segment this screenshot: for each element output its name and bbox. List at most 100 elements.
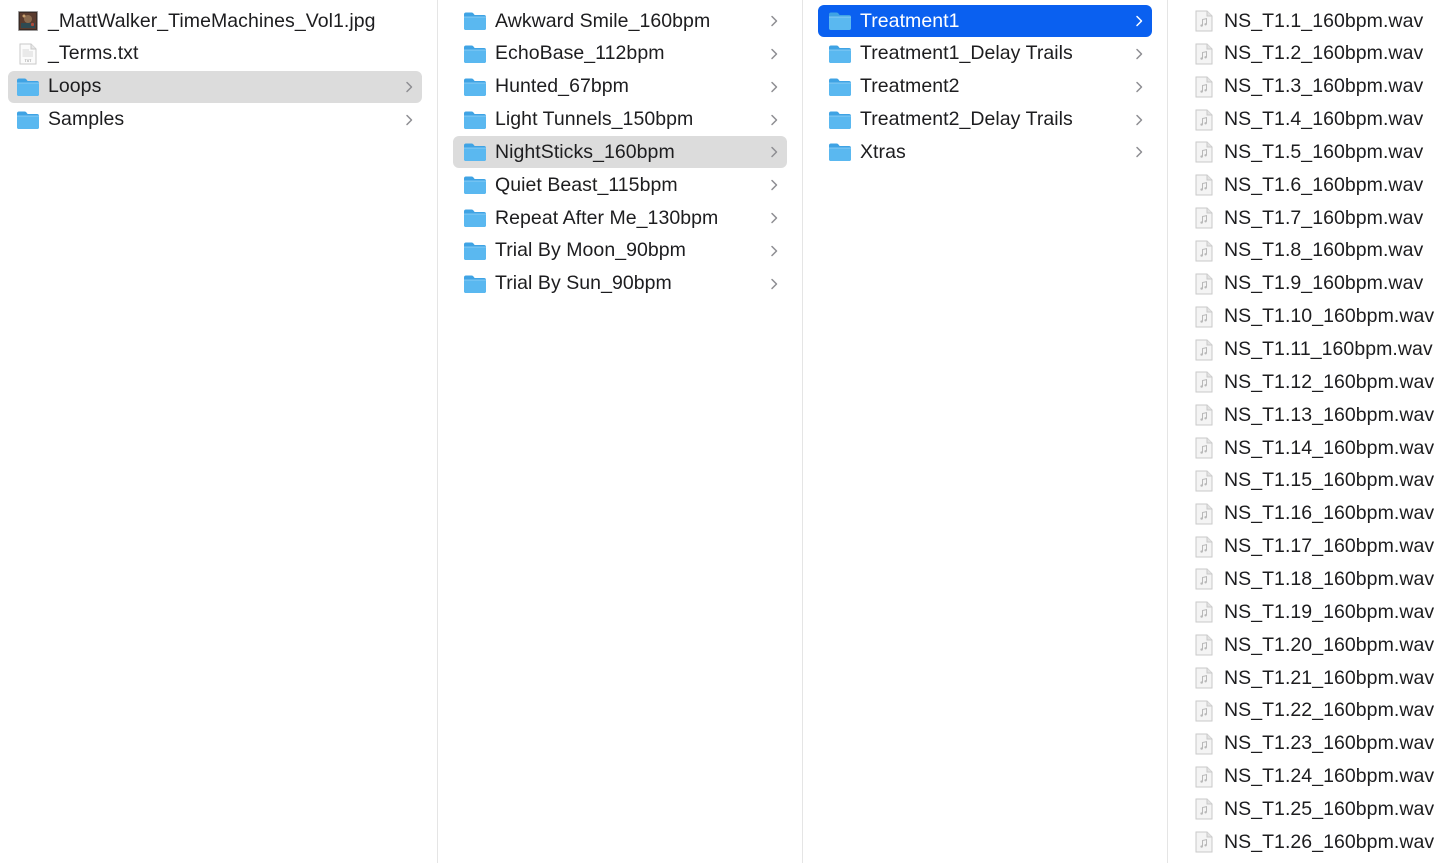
item-label: Xtras: [860, 140, 906, 163]
audio-file-icon: [1192, 667, 1216, 689]
audio-file-icon: [1192, 700, 1216, 722]
chevron-right-icon: [768, 177, 780, 193]
item-label: Treatment2: [860, 75, 960, 98]
file-row[interactable]: NS_T1.11_160bpm.wav: [1188, 334, 1443, 366]
file-row[interactable]: NS_T1.2_160bpm.wav: [1188, 38, 1443, 70]
file-row[interactable]: NS_T1.15_160bpm.wav: [1188, 465, 1443, 497]
folder-icon: [463, 10, 487, 32]
file-row[interactable]: NS_T1.10_160bpm.wav: [1188, 301, 1443, 333]
folder-icon: [828, 76, 852, 98]
file-row[interactable]: NS_T1.1_160bpm.wav: [1188, 5, 1443, 37]
folder-row[interactable]: Samples: [8, 104, 422, 136]
file-row[interactable]: NS_T1.26_160bpm.wav: [1188, 826, 1443, 858]
item-label: Treatment1_Delay Trails: [860, 42, 1073, 65]
item-label: NS_T1.3_160bpm.wav: [1224, 75, 1424, 98]
item-label: NS_T1.19_160bpm.wav: [1224, 600, 1435, 623]
folder-icon: [463, 240, 487, 262]
chevron-right-icon: [768, 13, 780, 29]
item-label: NS_T1.16_160bpm.wav: [1224, 502, 1435, 525]
folder-icon: [463, 43, 487, 65]
item-label: NS_T1.8_160bpm.wav: [1224, 239, 1424, 262]
file-row[interactable]: NS_T1.3_160bpm.wav: [1188, 71, 1443, 103]
chevron-right-icon: [403, 79, 415, 95]
file-row[interactable]: NS_T1.17_160bpm.wav: [1188, 531, 1443, 563]
folder-row[interactable]: Awkward Smile_160bpm: [453, 5, 787, 37]
file-row[interactable]: NS_T1.4_160bpm.wav: [1188, 104, 1443, 136]
audio-file-icon: [1192, 10, 1216, 32]
chevron-right-icon: [768, 79, 780, 95]
file-row[interactable]: NS_T1.18_160bpm.wav: [1188, 563, 1443, 595]
item-label: NS_T1.22_160bpm.wav: [1224, 699, 1435, 722]
file-row[interactable]: TXT _Terms.txt: [8, 38, 422, 70]
file-row[interactable]: NS_T1.5_160bpm.wav: [1188, 136, 1443, 168]
file-row[interactable]: NS_T1.24_160bpm.wav: [1188, 761, 1443, 793]
item-label: Repeat After Me_130bpm: [495, 206, 719, 229]
file-row[interactable]: NS_T1.9_160bpm.wav: [1188, 268, 1443, 300]
folder-row[interactable]: Quiet Beast_115bpm: [453, 169, 787, 201]
file-row[interactable]: NS_T1.14_160bpm.wav: [1188, 432, 1443, 464]
item-label: NS_T1.12_160bpm.wav: [1224, 370, 1435, 393]
chevron-right-icon: [1133, 46, 1145, 62]
folder-row[interactable]: Trial By Moon_90bpm: [453, 235, 787, 267]
item-label: _Terms.txt: [48, 42, 139, 65]
audio-file-icon: [1192, 634, 1216, 656]
folder-row[interactable]: Xtras: [818, 136, 1152, 168]
item-label: NS_T1.6_160bpm.wav: [1224, 173, 1424, 196]
folder-row[interactable]: Treatment1_Delay Trails: [818, 38, 1152, 70]
item-label: Treatment1: [860, 9, 960, 32]
column-treatment1[interactable]: NS_T1.1_160bpm.wav NS_T1.2_160bpm.wav NS…: [1168, 0, 1445, 863]
item-label: Treatment2_Delay Trails: [860, 108, 1073, 131]
file-row[interactable]: _MattWalker_TimeMachines_Vol1.jpg: [8, 5, 422, 37]
folder-icon: [463, 174, 487, 196]
file-row[interactable]: NS_T1.12_160bpm.wav: [1188, 366, 1443, 398]
chevron-right-icon: [768, 112, 780, 128]
file-row[interactable]: NS_T1.20_160bpm.wav: [1188, 629, 1443, 661]
column-nightsticks[interactable]: Treatment1 Treatment1_Delay Trails Treat…: [803, 0, 1167, 863]
folder-row[interactable]: EchoBase_112bpm: [453, 38, 787, 70]
folder-row[interactable]: Loops: [8, 70, 422, 103]
audio-file-icon: [1192, 568, 1216, 590]
folder-row[interactable]: Light Tunnels_150bpm: [453, 104, 787, 136]
audio-file-icon: [1192, 43, 1216, 65]
audio-file-icon: [1192, 437, 1216, 459]
column-loops[interactable]: Awkward Smile_160bpm EchoBase_112bpm Hun…: [438, 0, 802, 863]
folder-row[interactable]: Treatment2_Delay Trails: [818, 104, 1152, 136]
file-row[interactable]: NS_T1.13_160bpm.wav: [1188, 399, 1443, 431]
item-label: NS_T1.23_160bpm.wav: [1224, 732, 1435, 755]
item-label: NS_T1.18_160bpm.wav: [1224, 567, 1435, 590]
item-label: NS_T1.26_160bpm.wav: [1224, 830, 1435, 853]
folder-row[interactable]: Hunted_67bpm: [453, 71, 787, 103]
chevron-right-icon: [768, 210, 780, 226]
folder-icon: [828, 109, 852, 131]
file-row[interactable]: NS_T1.22_160bpm.wav: [1188, 695, 1443, 727]
folder-row[interactable]: Repeat After Me_130bpm: [453, 202, 787, 234]
file-row[interactable]: NS_T1.23_160bpm.wav: [1188, 728, 1443, 760]
audio-file-icon: [1192, 273, 1216, 295]
item-label: Trial By Moon_90bpm: [495, 239, 686, 262]
file-row[interactable]: NS_T1.8_160bpm.wav: [1188, 235, 1443, 267]
item-label: NS_T1.10_160bpm.wav: [1224, 305, 1435, 328]
audio-file-icon: [1192, 601, 1216, 623]
file-row[interactable]: NS_T1.7_160bpm.wav: [1188, 202, 1443, 234]
file-row[interactable]: NS_T1.19_160bpm.wav: [1188, 596, 1443, 628]
file-row[interactable]: NS_T1.21_160bpm.wav: [1188, 662, 1443, 694]
file-row[interactable]: NS_T1.25_160bpm.wav: [1188, 793, 1443, 825]
file-row[interactable]: NS_T1.6_160bpm.wav: [1188, 169, 1443, 201]
folder-row[interactable]: Trial By Sun_90bpm: [453, 268, 787, 300]
file-row[interactable]: NS_T1.16_160bpm.wav: [1188, 498, 1443, 530]
audio-file-icon: [1192, 339, 1216, 361]
item-label: NS_T1.14_160bpm.wav: [1224, 436, 1435, 459]
folder-icon: [463, 273, 487, 295]
folder-icon: [463, 207, 487, 229]
folder-row[interactable]: NightSticks_160bpm: [453, 136, 787, 169]
item-label: Quiet Beast_115bpm: [495, 173, 678, 196]
chevron-right-icon: [403, 112, 415, 128]
column-root[interactable]: _MattWalker_TimeMachines_Vol1.jpg TXT _T…: [0, 0, 437, 863]
item-label: Hunted_67bpm: [495, 75, 629, 98]
folder-row[interactable]: Treatment2: [818, 71, 1152, 103]
folder-icon: [16, 109, 40, 131]
chevron-right-icon: [768, 276, 780, 292]
item-label: Samples: [48, 108, 125, 131]
folder-row[interactable]: Treatment1: [818, 5, 1152, 37]
folder-icon: [828, 43, 852, 65]
